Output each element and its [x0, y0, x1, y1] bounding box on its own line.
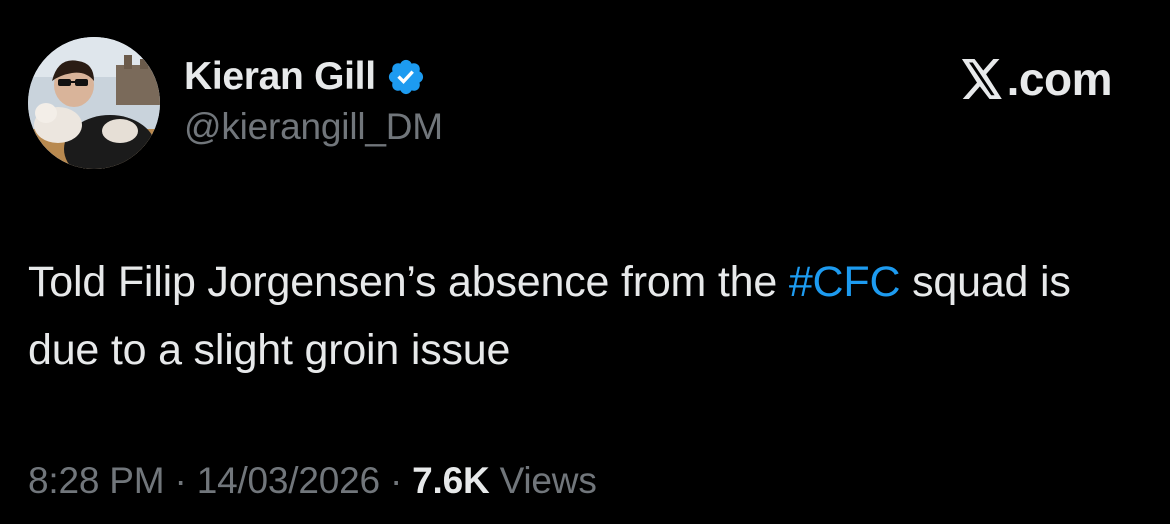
meta-separator: · — [164, 460, 197, 501]
tweet-date[interactable]: 14/03/2026 — [197, 460, 380, 502]
views-count[interactable]: 7.6K — [412, 460, 490, 502]
author-handle[interactable]: @kierangill_DM — [184, 106, 443, 148]
tweet-text-before: Told Filip Jorgensen’s absence from the — [28, 258, 789, 306]
tweet-meta: 8:28 PM · 14/03/2026 · 7.6K Views — [28, 460, 597, 502]
author-name-row[interactable]: Kieran Gill — [184, 50, 426, 104]
tweet-text: Told Filip Jorgensen’s absence from the … — [28, 248, 1138, 384]
brand-domain: .com — [1006, 53, 1113, 105]
author-display-name[interactable]: Kieran Gill — [184, 55, 376, 99]
tweet-time[interactable]: 8:28 PM — [28, 460, 165, 502]
meta-separator: · — [379, 460, 413, 501]
avatar[interactable] — [28, 37, 160, 169]
brand-logo: .com — [960, 52, 1113, 106]
x-logo-icon — [961, 59, 1002, 99]
verified-badge-icon — [388, 59, 423, 95]
hashtag-link[interactable]: #CFC — [789, 258, 901, 306]
avatar-photo — [28, 37, 160, 169]
views-label: Views — [489, 460, 597, 501]
